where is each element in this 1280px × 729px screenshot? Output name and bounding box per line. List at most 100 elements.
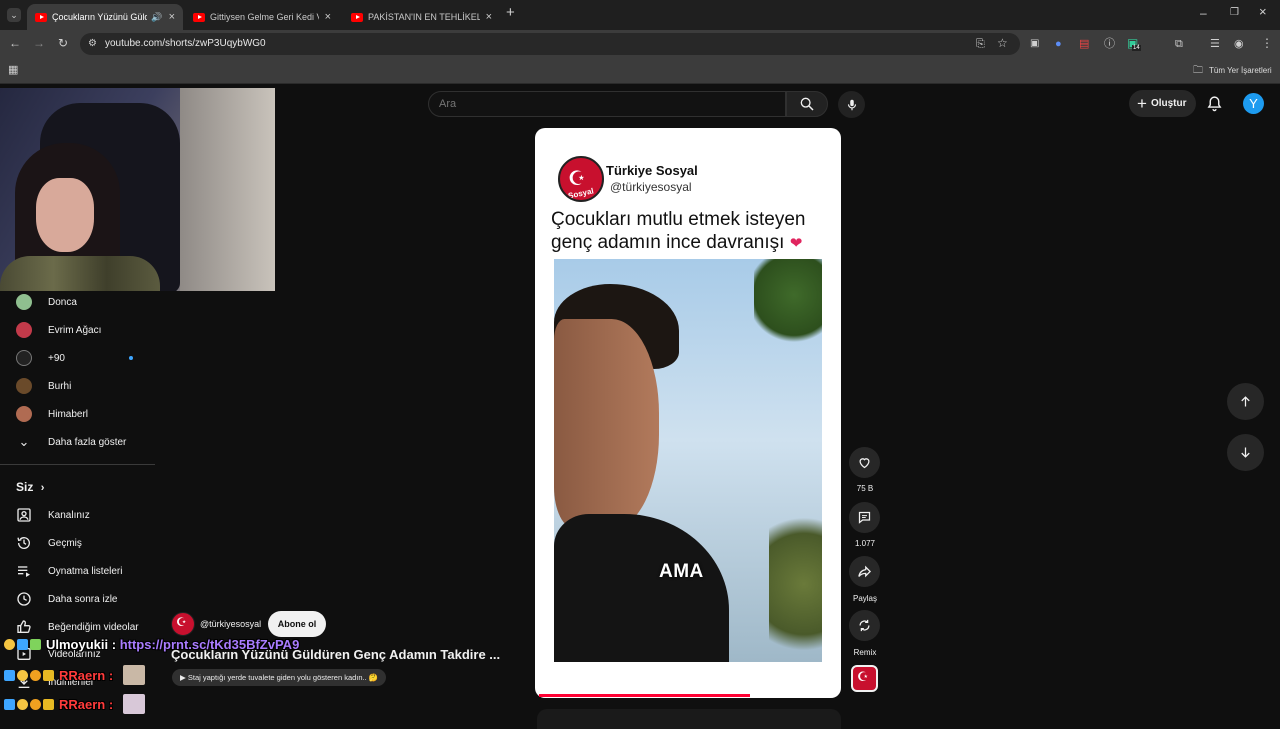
chat-separator: : [108, 637, 120, 652]
overlay-channel-avatar[interactable]: ☪ [171, 612, 195, 636]
extension-icon[interactable]: ⓘ [1104, 38, 1115, 50]
create-button[interactable]: + Oluştur [1129, 90, 1196, 117]
tab-close-icon[interactable]: × [486, 11, 492, 23]
next-short-preview[interactable] [537, 709, 841, 729]
card-channel-handle: @türkiyesosyal [610, 180, 692, 194]
video-progress-bar[interactable] [539, 694, 750, 697]
sidebar-item-donca[interactable]: Donca [0, 289, 160, 315]
channel-avatar-icon [16, 294, 32, 310]
video-frame[interactable] [554, 259, 822, 662]
sidebar-item-history[interactable]: Geçmiş [0, 530, 160, 556]
forward-icon[interactable]: → [33, 37, 45, 49]
chevron-down-icon: ⌄ [18, 434, 30, 449]
channel-avatar-icon [16, 350, 32, 366]
close-window-icon[interactable]: × [1259, 5, 1267, 18]
arrow-up-icon [1241, 396, 1250, 407]
crescent-star-icon: ☪ [857, 669, 869, 684]
tab-active[interactable]: Çocukların Yüzünü Güldüren Genç 🔊 × [27, 4, 183, 30]
sidebar-item-playlists[interactable]: Oynatma listeleri [0, 558, 160, 584]
share-button[interactable] [849, 556, 880, 587]
new-tab-icon[interactable]: + [506, 5, 515, 20]
show-more-button[interactable]: ⌄ Daha fazla göster [0, 429, 160, 455]
minimize-icon[interactable]: – [1200, 7, 1207, 19]
video-tree [769, 499, 822, 662]
profile-icon[interactable]: ◉ [1234, 38, 1244, 50]
extensions-puzzle-icon[interactable]: ⧉ [1175, 38, 1183, 50]
next-short-button[interactable] [1227, 434, 1264, 471]
install-icon[interactable]: ⎘ [976, 38, 985, 50]
tab-2[interactable]: Gittiysen Gelme Geri Kedi Versiyonu × [185, 4, 339, 30]
search-box[interactable] [428, 91, 786, 117]
speaker-icon[interactable]: 🔊 [151, 12, 162, 23]
chat-emote-icon [122, 694, 145, 714]
microphone-icon [847, 99, 856, 110]
reload-icon[interactable]: ↻ [58, 37, 68, 49]
sidebar-item-label: Burhi [48, 380, 72, 392]
menu-icon[interactable]: ⋮ [1261, 37, 1273, 49]
tab-search-icon[interactable]: ⌄ [7, 8, 21, 22]
previous-short-button[interactable] [1227, 383, 1264, 420]
extension-icon[interactable]: ▣ [1030, 38, 1039, 50]
all-bookmarks-link[interactable]: Tüm Yer İşaretleri [1209, 66, 1272, 75]
watch-later-icon [17, 592, 31, 606]
remix-button[interactable] [849, 610, 880, 641]
subscribe-button[interactable]: Abone ol [268, 611, 326, 637]
site-info-icon[interactable]: ⚙ [88, 38, 97, 50]
apps-grid-icon[interactable]: ▦ [8, 64, 18, 76]
channel-avatar-icon [16, 406, 32, 422]
moon-badge-icon [17, 669, 28, 681]
sidebar-item-label: Evrim Ağacı [48, 324, 102, 336]
channel-icon [17, 508, 31, 522]
card-channel-name: Türkiye Sosyal [606, 163, 698, 178]
chat-username: Ulmoyukii [46, 637, 109, 652]
search-input[interactable] [429, 92, 785, 116]
comment-count: 1.077 [854, 539, 876, 548]
sidebar-item-plus90[interactable]: +90 [0, 345, 160, 371]
video-person-shirt [554, 514, 729, 662]
bookmark-star-icon[interactable]: ☆ [997, 37, 1008, 49]
notifications-bell-icon[interactable] [1206, 95, 1223, 112]
back-icon[interactable]: ← [9, 37, 21, 49]
like-button[interactable] [849, 447, 880, 478]
warning-badge-icon [30, 698, 41, 710]
chevron-right-icon: › [40, 482, 45, 494]
tab-close-icon[interactable]: × [325, 11, 331, 23]
like-count: 75 B [856, 484, 874, 493]
plus-icon: + [1137, 93, 1147, 113]
you-section-header[interactable]: Siz › [16, 480, 44, 494]
tab-close-icon[interactable]: × [169, 11, 175, 23]
url-text[interactable]: youtube.com/shorts/zwP3UqybWG0 [105, 38, 266, 49]
extension-icon[interactable]: ▤ [1079, 38, 1089, 50]
sidebar-item-label: Beğendiğim videolar [48, 621, 139, 633]
sub-badge-icon [4, 698, 15, 710]
maximize-icon[interactable]: ❐ [1230, 7, 1239, 19]
sidebar-item-label: +90 [48, 352, 65, 364]
share-label: Paylaş [852, 594, 877, 603]
voice-search-button[interactable] [838, 91, 865, 118]
sidebar-item-label: Donca [48, 296, 77, 308]
channel-thumbnail[interactable]: ☪ [851, 665, 878, 692]
search-button[interactable] [786, 91, 828, 117]
comments-button[interactable] [849, 502, 880, 533]
overlay-channel-handle[interactable]: @türkiyesosyal [200, 619, 261, 629]
sidebar-item-burhi[interactable]: Burhi [0, 373, 160, 399]
chat-message: RRaern : [4, 694, 145, 714]
sidebar-item-himaberl[interactable]: Himaberl [0, 401, 160, 427]
tab-3[interactable]: PAKİSTAN'IN EN TEHLİKELİ MAHALLESİ × [343, 4, 500, 30]
chat-emote-icon [122, 665, 145, 685]
you-header-label: Siz [16, 480, 34, 494]
card-caption-line: genç adamın ince davranışı ❤ [551, 232, 802, 254]
moon-badge-icon [17, 698, 28, 710]
sidebar-item-watch-later[interactable]: Daha sonra izle [0, 586, 160, 612]
remix-label: Remix [853, 648, 877, 657]
card-caption-line: Çocukları mutlu etmek isteyen [551, 209, 806, 230]
chat-link[interactable]: https://prnt.sc/tKd35BfZvPA9 [120, 637, 300, 652]
related-video-chip[interactable]: ▶ Staj yaptığı yerde tuvalete giden yolu… [172, 669, 387, 686]
sidebar-item-evrim-agaci[interactable]: Evrim Ağacı [0, 317, 160, 343]
reading-list-icon[interactable]: ☰ [1210, 38, 1220, 50]
account-avatar[interactable]: Y [1243, 93, 1264, 114]
sidebar-item-your-channel[interactable]: Kanalınız [0, 502, 160, 528]
sub-badge-icon [17, 639, 28, 650]
sidebar-item-label: Himaberl [48, 408, 89, 420]
extension-icon[interactable]: ● [1055, 38, 1062, 50]
